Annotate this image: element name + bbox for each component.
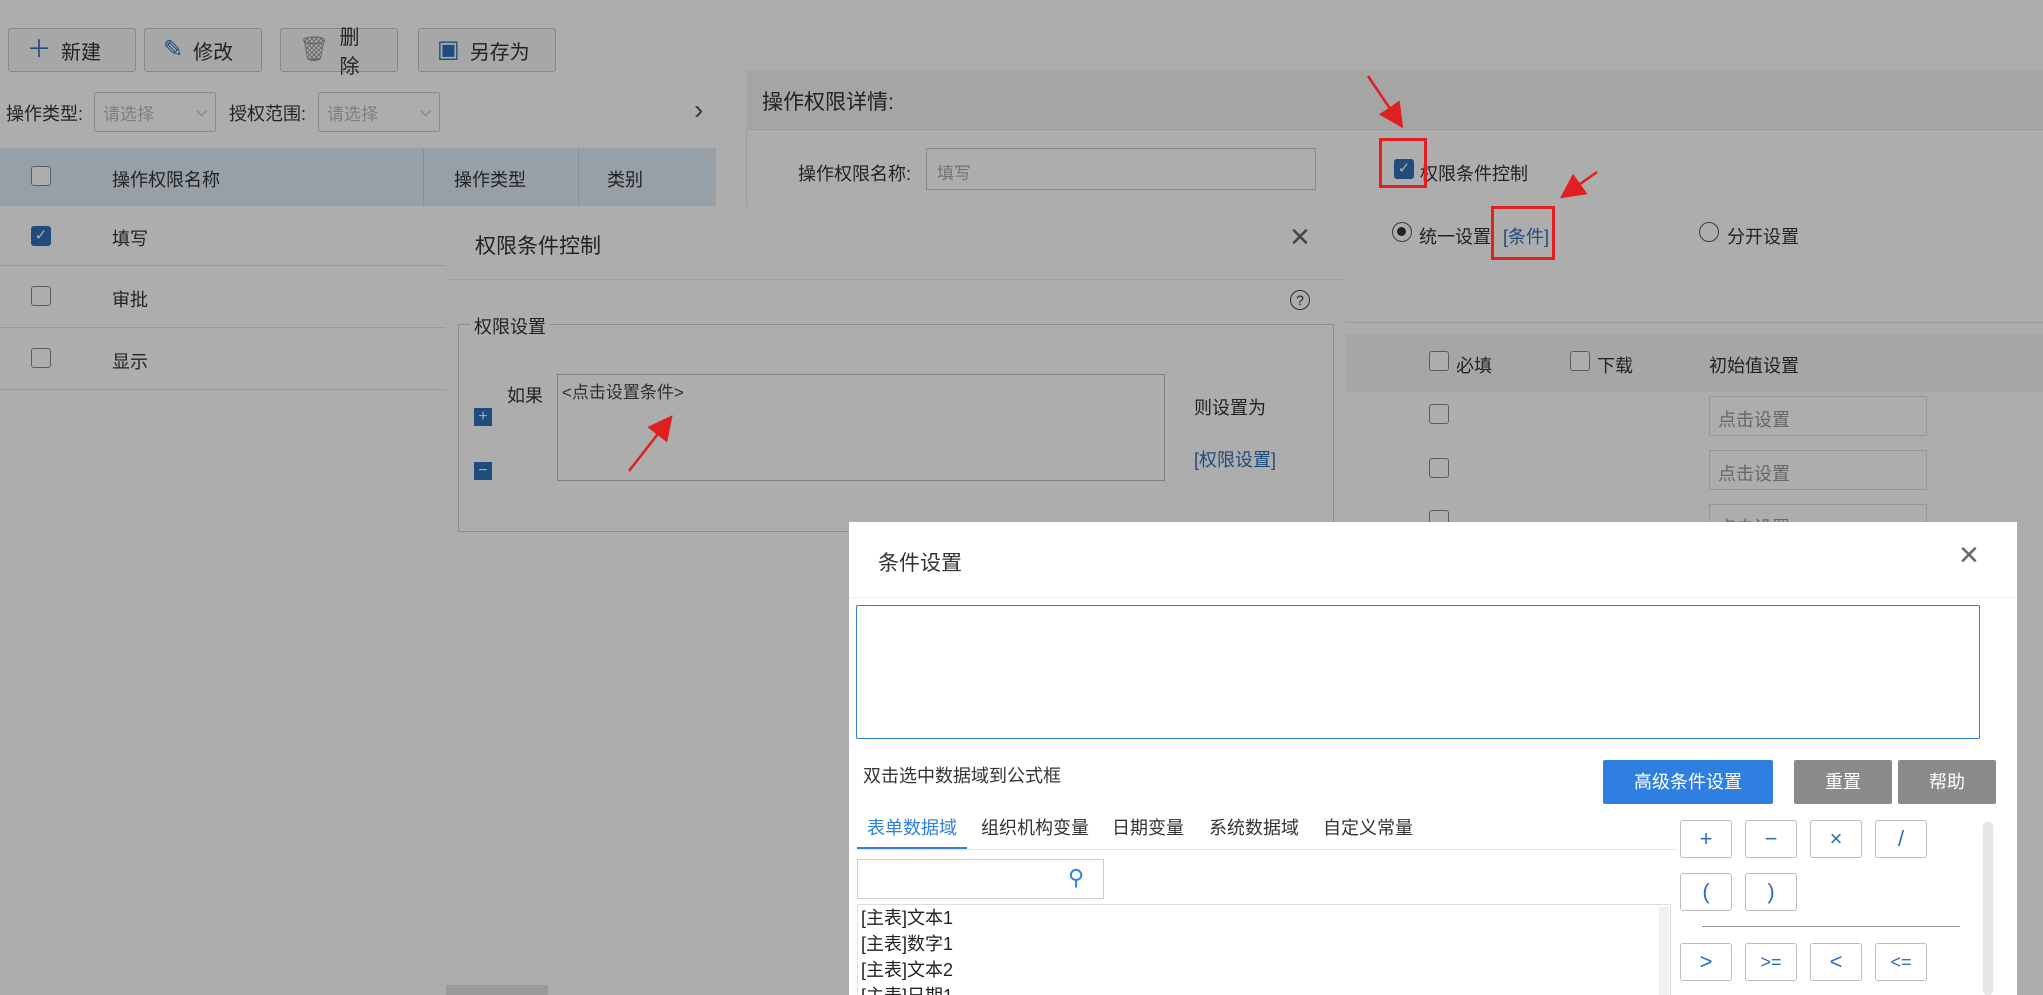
annotation-arrow <box>1366 75 1404 129</box>
annotation-arrow <box>628 415 673 472</box>
annotation-arrows <box>628 75 1598 472</box>
annotation-arrow <box>1559 170 1598 199</box>
